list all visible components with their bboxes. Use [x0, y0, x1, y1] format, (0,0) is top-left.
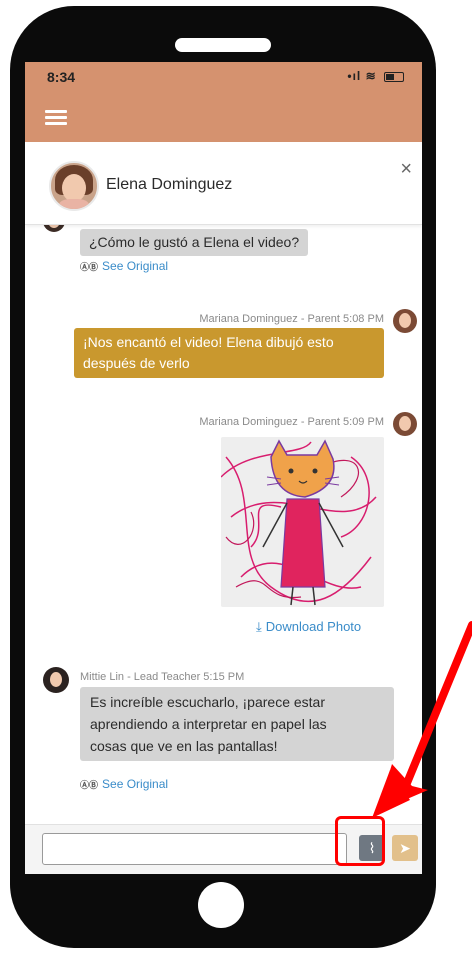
- phone-speaker: [175, 38, 271, 52]
- translate-icon: ⒶⒷ: [80, 780, 99, 790]
- message-text: ¡Nos encantó el video! Elena dibujó esto: [83, 334, 334, 350]
- download-label: Download Photo: [265, 619, 362, 634]
- close-icon[interactable]: ×: [400, 158, 412, 181]
- see-original-link[interactable]: ⒶⒷ See Original: [80, 259, 168, 273]
- message-text: después de verlo: [83, 355, 190, 371]
- message-text: aprendiendo a interpretar en papel las: [90, 716, 327, 732]
- sender-avatar: [393, 309, 417, 333]
- app-screen: 8:34 •ıl ≋ Elena Dominguez × ¿Cómo le gu…: [25, 62, 422, 874]
- attach-highlight-box: [335, 816, 385, 866]
- sender-avatar: [43, 667, 69, 693]
- message-bubble: Es increíble escucharlo, ¡parece estar a…: [80, 687, 394, 761]
- download-icon: ⤓: [256, 619, 262, 634]
- message-list[interactable]: ¿Cómo le gustó a Elena el video? ⒶⒷ See O…: [25, 224, 422, 824]
- battery-icon: [384, 71, 404, 82]
- status-icons: •ıl ≋: [347, 69, 404, 83]
- see-original-label: See Original: [102, 777, 169, 791]
- shared-photo[interactable]: [221, 437, 384, 607]
- message-meta: Mariana Dominguez - Parent 5:08 PM: [199, 313, 384, 325]
- message-text: cosas que ve en las pantallas!: [90, 738, 278, 754]
- sender-avatar: [43, 224, 65, 232]
- contact-name: Elena Dominguez: [106, 176, 233, 193]
- send-icon: ➤: [399, 840, 411, 856]
- message-text: Es increíble escucharlo, ¡parece estar: [90, 694, 325, 710]
- conversation-header: Elena Dominguez ×: [25, 142, 422, 225]
- message-text: ¿Cómo le gustó a Elena el video?: [89, 234, 300, 250]
- message-bubble: ¡Nos encantó el video! Elena dibujó esto…: [74, 328, 384, 378]
- nav-bar: [25, 92, 422, 142]
- send-button[interactable]: ➤: [392, 835, 418, 861]
- message-bubble: ¿Cómo le gustó a Elena el video?: [80, 229, 309, 256]
- status-bar: 8:34 •ıl ≋: [25, 62, 422, 92]
- translate-icon: ⒶⒷ: [80, 262, 99, 272]
- child-drawing-image: [221, 437, 384, 607]
- home-button[interactable]: [198, 882, 244, 928]
- message-meta: Mittie Lin - Lead Teacher 5:15 PM: [80, 671, 245, 683]
- sender-avatar: [393, 412, 417, 436]
- phone-frame: 8:34 •ıl ≋ Elena Dominguez × ¿Cómo le gu…: [10, 6, 436, 948]
- see-original-link[interactable]: ⒶⒷ See Original: [80, 777, 168, 791]
- signal-icon: •ıl: [347, 69, 362, 83]
- status-time: 8:34: [47, 69, 76, 85]
- wifi-icon: ≋: [365, 69, 377, 83]
- message-meta: Mariana Dominguez - Parent 5:09 PM: [199, 416, 384, 428]
- contact-avatar: [49, 161, 99, 211]
- menu-icon[interactable]: [45, 110, 67, 126]
- message-input[interactable]: [42, 833, 347, 865]
- download-photo-link[interactable]: ⤓ Download Photo: [256, 619, 361, 635]
- see-original-label: See Original: [102, 259, 169, 273]
